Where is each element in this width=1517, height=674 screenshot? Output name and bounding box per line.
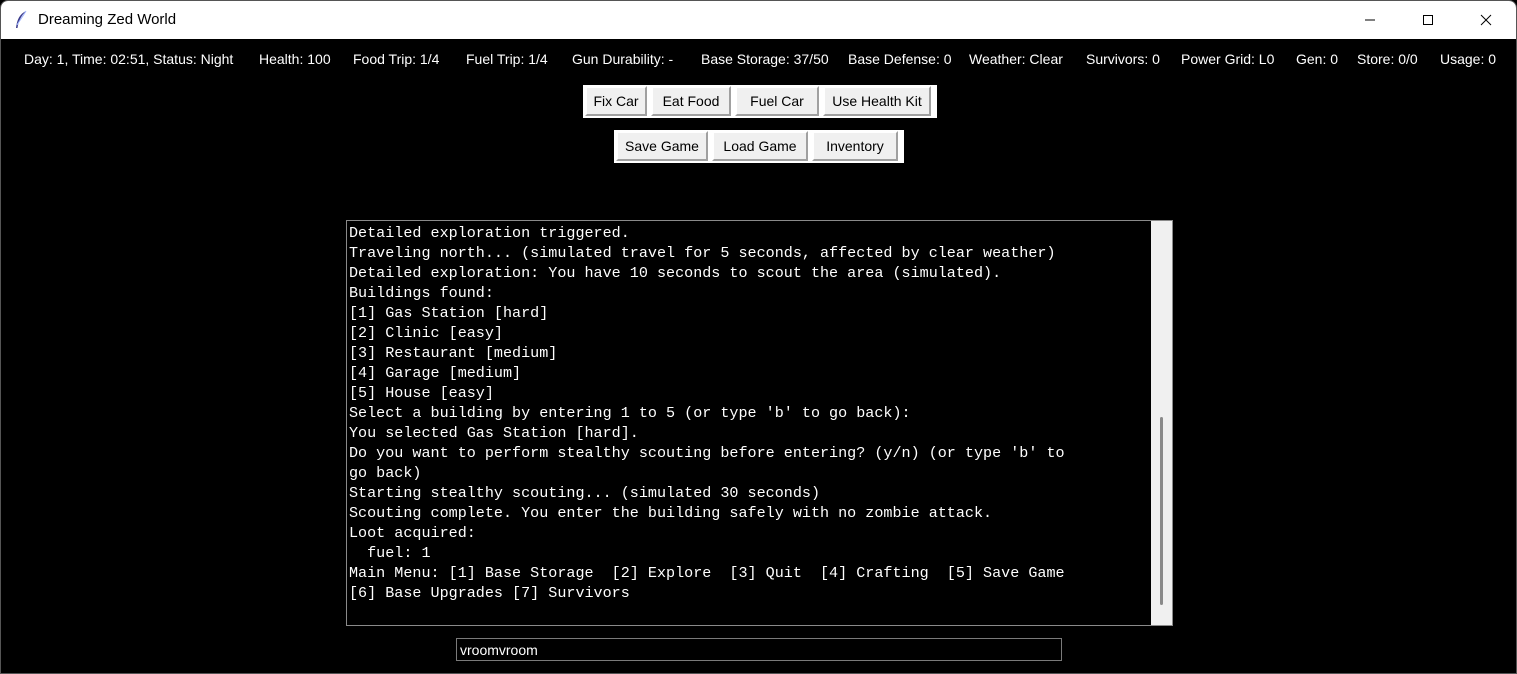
log-line: [3] Restaurant [medium] <box>349 344 558 362</box>
log-line: Starting stealthy scouting... (simulated… <box>349 484 821 502</box>
log-line: Buildings found: <box>349 284 494 302</box>
output-log[interactable]: Detailed exploration triggered. Traveling… <box>346 220 1173 626</box>
fuel-car-button[interactable]: Fuel Car <box>735 86 819 116</box>
log-line: Loot acquired: <box>349 524 476 542</box>
log-line: Select a building by entering 1 to 5 (or… <box>349 404 911 422</box>
log-scrollbar[interactable] <box>1151 221 1172 625</box>
store-status: Store: 0/0 <box>1357 51 1418 67</box>
log-line: Scouting complete. You enter the buildin… <box>349 504 993 522</box>
log-line: fuel: 1 <box>349 544 431 562</box>
base-storage-status: Base Storage: 37/50 <box>701 51 829 67</box>
log-line: Detailed exploration: You have 10 second… <box>349 264 1002 282</box>
weather-status: Weather: Clear <box>969 51 1063 67</box>
minimize-icon <box>1364 14 1376 26</box>
fuel-trip-status: Fuel Trip: 1/4 <box>466 51 548 67</box>
eat-food-button[interactable]: Eat Food <box>651 86 731 116</box>
log-line: [4] Garage [medium] <box>349 364 522 382</box>
fix-car-button[interactable]: Fix Car <box>585 86 647 116</box>
maximize-icon <box>1422 14 1434 26</box>
log-line: Traveling north... (simulated travel for… <box>349 244 1056 262</box>
gun-durability-status: Gun Durability: - <box>572 51 674 67</box>
scrollbar-thumb[interactable] <box>1160 417 1163 605</box>
minimize-button[interactable] <box>1341 1 1399 39</box>
day-time-status: Day: 1, Time: 02:51, Status: Night <box>24 51 234 67</box>
game-window: Dreaming Zed World Day: 1, Time: 02:51, … <box>0 0 1517 674</box>
food-trip-status: Food Trip: 1/4 <box>353 51 440 67</box>
log-line: [5] House [easy] <box>349 384 494 402</box>
log-line: Detailed exploration triggered. <box>349 224 630 242</box>
use-health-kit-button[interactable]: Use Health Kit <box>823 86 931 116</box>
usage-status: Usage: 0 <box>1440 51 1497 67</box>
log-line: You selected Gas Station [hard]. <box>349 424 639 442</box>
log-line: [2] Clinic [easy] <box>349 324 503 342</box>
gen-status: Gen: 0 <box>1296 51 1339 67</box>
close-button[interactable] <box>1457 1 1515 39</box>
power-grid-status: Power Grid: L0 <box>1181 51 1275 67</box>
log-line: go back) <box>349 464 422 482</box>
load-game-button[interactable]: Load Game <box>712 131 808 161</box>
survivors-status: Survivors: 0 <box>1086 51 1160 67</box>
base-defense-status: Base Defense: 0 <box>848 51 952 67</box>
maximize-button[interactable] <box>1399 1 1457 39</box>
feather-icon <box>13 10 29 30</box>
log-line: [1] Gas Station [hard] <box>349 304 549 322</box>
close-icon <box>1480 14 1492 26</box>
status-bar: Day: 1, Time: 02:51, Status: Night Healt… <box>1 49 1516 71</box>
log-line: Main Menu: [1] Base Storage [2] Explore … <box>349 564 1065 582</box>
log-line: [6] Base Upgrades [7] Survivors <box>349 584 630 602</box>
command-input[interactable] <box>456 638 1062 661</box>
window-title: Dreaming Zed World <box>38 11 177 28</box>
health-status: Health: 100 <box>259 51 331 67</box>
log-line: Do you want to perform stealthy scouting… <box>349 444 1065 462</box>
save-game-button[interactable]: Save Game <box>616 131 708 161</box>
inventory-button[interactable]: Inventory <box>812 131 898 161</box>
log-text: Detailed exploration triggered. Traveling… <box>349 223 1149 603</box>
title-bar[interactable]: Dreaming Zed World <box>1 1 1516 39</box>
